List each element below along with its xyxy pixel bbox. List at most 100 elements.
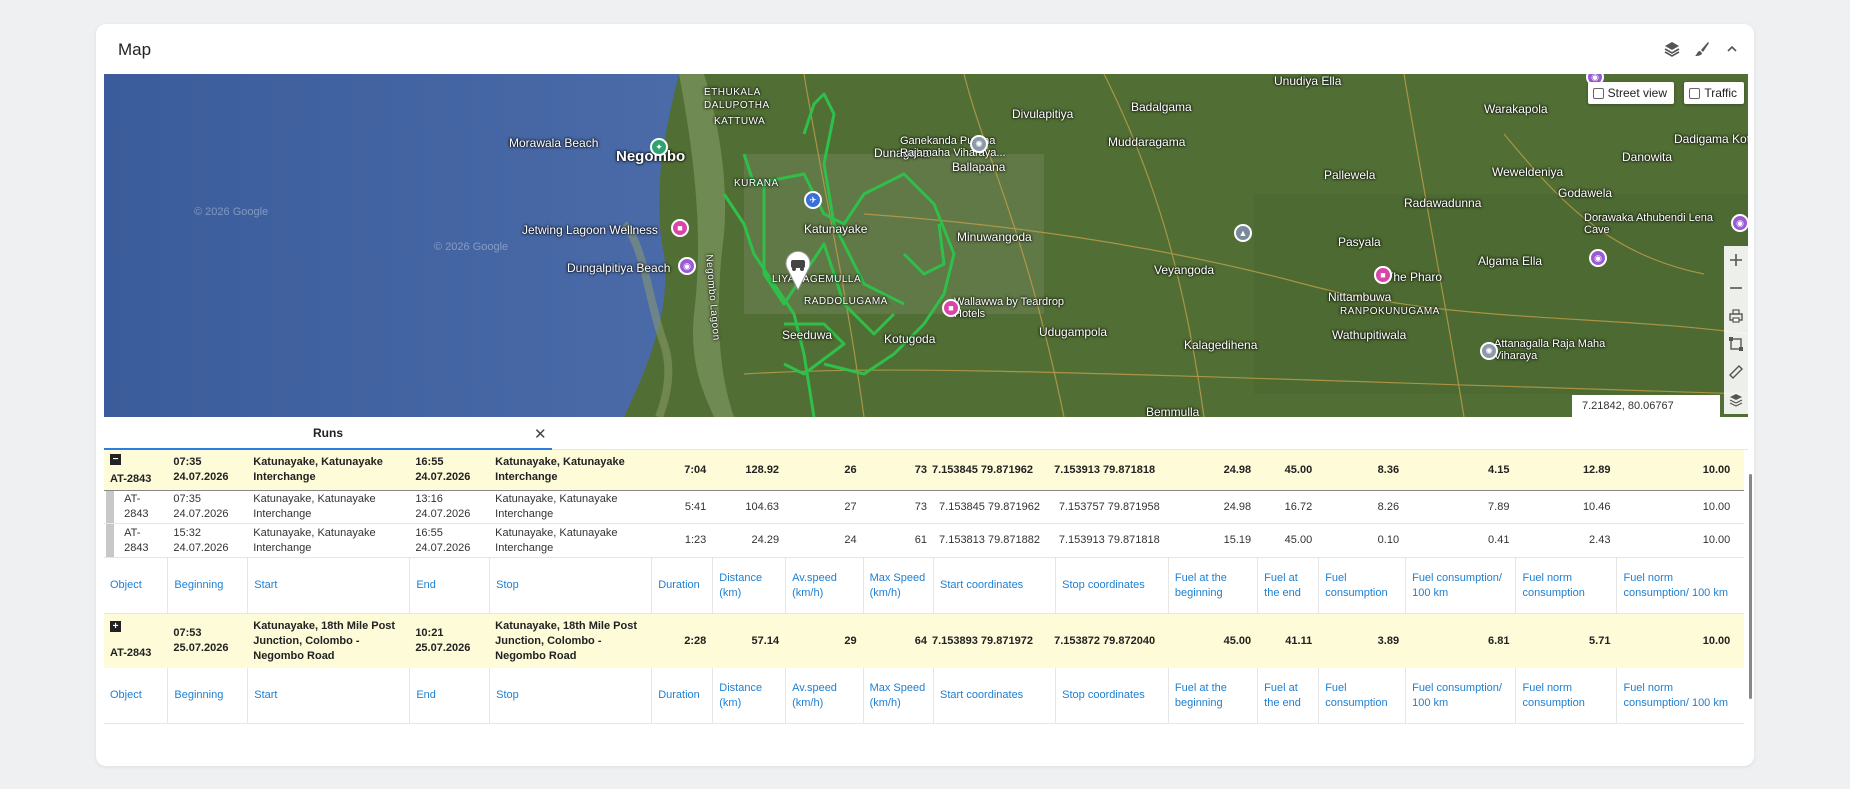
col-fuel-consumption-100[interactable]: Fuel consumption/ 100 km <box>1405 558 1515 613</box>
place-muddaragama: Muddaragama <box>1108 135 1186 149</box>
place-jetwing-lagoon: Jetwing Lagoon Wellness <box>522 223 658 237</box>
print-icon[interactable] <box>1724 302 1748 330</box>
table-scrollbar[interactable] <box>1749 474 1752 699</box>
collapse-row-icon[interactable]: − <box>110 453 121 465</box>
col-distance[interactable]: Distance (km) <box>712 558 785 613</box>
close-icon[interactable]: ✕ <box>534 425 547 443</box>
map-watermark: © 2026 Google <box>194 206 269 218</box>
temple-marker-icon[interactable]: ✺ <box>970 135 988 153</box>
zoom-out-icon[interactable] <box>1724 274 1748 302</box>
col-end[interactable]: End <box>409 668 489 723</box>
col-object[interactable]: Object <box>104 558 167 613</box>
tab-runs[interactable]: Runs <box>104 417 552 450</box>
place-seeduwa: Seeduwa <box>782 328 833 342</box>
place-minuwangoda: Minuwangoda <box>957 230 1032 244</box>
camera-marker-icon-3[interactable]: ◉ <box>1731 214 1748 232</box>
place-kurana: KURANA <box>734 178 779 189</box>
col-fuel-end[interactable]: Fuel at the end <box>1257 558 1318 613</box>
col-beginning[interactable]: Beginning <box>167 558 247 613</box>
place-attanagalla: Attanagalla Raja Maha Viharaya <box>1494 338 1606 362</box>
col-end[interactable]: End <box>409 558 489 613</box>
traffic-toggle[interactable]: Traffic <box>1684 82 1744 104</box>
poi-beach-marker-icon[interactable]: ✦ <box>650 138 668 156</box>
camera-marker-icon[interactable]: ◉ <box>1589 249 1607 267</box>
poi-camera-marker-icon[interactable]: ◉ <box>678 257 696 275</box>
brush-icon[interactable] <box>1692 39 1712 59</box>
col-start[interactable]: Start <box>247 558 409 613</box>
layers-icon[interactable] <box>1662 39 1682 59</box>
place-nittambuwa: Nittambuwa <box>1328 290 1392 304</box>
place-wathupitiwala: Wathupitiwala <box>1332 328 1407 342</box>
airport-marker-icon[interactable]: ✈ <box>804 191 822 209</box>
coordinate-readout: 7.21842, 80.06767 <box>1572 395 1720 417</box>
col-fuel-norm-100[interactable]: Fuel norm consumption/ 100 km <box>1616 668 1740 723</box>
temple-marker-icon-2[interactable]: ✺ <box>1480 342 1498 360</box>
place-dungalpitiya-beach: Dungalpitiya Beach <box>567 261 671 275</box>
col-start[interactable]: Start <box>247 668 409 723</box>
place-danowita: Danowita <box>1622 150 1673 164</box>
col-object[interactable]: Object <box>104 668 167 723</box>
col-fuel-end[interactable]: Fuel at the end <box>1257 668 1318 723</box>
place-pasyala: Pasyala <box>1338 235 1381 249</box>
place-kalagedihena: Kalagedihena <box>1184 338 1258 352</box>
col-duration[interactable]: Duration <box>651 668 712 723</box>
place-ethukala: ETHUKALA <box>704 87 761 98</box>
table-row[interactable]: + AT-2843 07:53 25.07.2026 Katunayake, 18… <box>104 614 1744 668</box>
table-row[interactable]: − AT-2843 07:35 24.07.2026 Katunayake, Ka… <box>104 450 1744 490</box>
table-row[interactable]: AT-2843 15:32 24.07.2026 Katunayake, Kat… <box>104 524 1744 558</box>
col-duration[interactable]: Duration <box>651 558 712 613</box>
vehicle-marker-icon[interactable] <box>784 250 812 292</box>
place-unudiya-ella: Unudiya Ella <box>1274 74 1342 88</box>
col-maxspeed[interactable]: Max Speed (km/h) <box>862 668 933 723</box>
col-fuel-begin[interactable]: Fuel at the beginning <box>1167 558 1257 613</box>
place-pallewela: Pallewela <box>1324 168 1376 182</box>
map-view[interactable]: © 2026 Google © 2026 Google Negombo Duna… <box>104 74 1748 417</box>
hotel-marker-icon-2[interactable]: ■ <box>1374 266 1392 284</box>
col-maxspeed[interactable]: Max Speed (km/h) <box>862 558 933 613</box>
collapse-chevron-icon[interactable] <box>1722 39 1742 59</box>
col-fuel-consumption-100[interactable]: Fuel consumption/ 100 km <box>1405 668 1515 723</box>
expand-row-icon[interactable]: + <box>110 621 121 632</box>
col-stop-coordinates[interactable]: Stop coordinates <box>1055 558 1177 613</box>
poi-hotel-marker-icon[interactable]: ■ <box>671 219 689 237</box>
place-bemmulla: Bemmulla <box>1146 405 1200 417</box>
col-distance[interactable]: Distance (km) <box>712 668 785 723</box>
place-veyangoda: Veyangoda <box>1154 263 1215 277</box>
traffic-label: Traffic <box>1704 86 1737 100</box>
street-view-checkbox[interactable] <box>1592 87 1604 99</box>
table-row[interactable]: AT-2843 07:35 24.07.2026 Katunayake, Kat… <box>104 490 1744 524</box>
street-view-toggle[interactable]: Street view <box>1587 82 1674 104</box>
school-marker-icon[interactable]: ▲ <box>1234 224 1252 242</box>
col-start-coordinates[interactable]: Start coordinates <box>933 668 1055 723</box>
traffic-checkbox[interactable] <box>1689 87 1701 99</box>
zoom-in-icon[interactable] <box>1724 246 1748 274</box>
col-avspeed[interactable]: Av.speed (km/h) <box>785 558 863 613</box>
place-dalupotha: DALUPOTHA <box>704 100 770 111</box>
area-select-icon[interactable] <box>1724 330 1748 358</box>
col-stop[interactable]: Stop <box>489 558 653 613</box>
col-fuel-norm[interactable]: Fuel norm consumption <box>1515 558 1616 613</box>
col-fuel-consumption[interactable]: Fuel consumption <box>1318 668 1405 723</box>
col-fuel-begin[interactable]: Fuel at the beginning <box>1167 668 1257 723</box>
col-fuel-norm[interactable]: Fuel norm consumption <box>1515 668 1616 723</box>
map-background <box>104 74 1748 417</box>
col-avspeed[interactable]: Av.speed (km/h) <box>785 668 863 723</box>
col-stop-coordinates[interactable]: Stop coordinates <box>1055 668 1177 723</box>
col-start-coordinates[interactable]: Start coordinates <box>933 558 1055 613</box>
street-view-label: Street view <box>1607 86 1667 100</box>
col-fuel-consumption[interactable]: Fuel consumption <box>1318 558 1405 613</box>
teardrop-hotel-marker-icon[interactable]: ■ <box>942 299 960 317</box>
place-kattuwa: KATTUWA <box>714 116 766 127</box>
ruler-icon[interactable] <box>1724 358 1748 386</box>
map-panel: Map © 2026 Google © 2026 Google Negombo … <box>96 24 1754 766</box>
place-warakapola: Warakapola <box>1484 102 1548 116</box>
map-layers-icon[interactable] <box>1724 386 1748 414</box>
runs-table: − AT-2843 07:35 24.07.2026 Katunayake, Ka… <box>104 450 1748 766</box>
table-header-row: Object Beginning Start End Stop Duration… <box>104 668 1744 724</box>
place-ballapana: Ballapana <box>952 160 1006 174</box>
col-beginning[interactable]: Beginning <box>167 668 247 723</box>
place-wallawwa: Wallawwa by Teardrop Hotels <box>954 296 1065 320</box>
col-stop[interactable]: Stop <box>489 668 653 723</box>
col-fuel-norm-100[interactable]: Fuel norm consumption/ 100 km <box>1616 558 1740 613</box>
place-morawala-beach: Morawala Beach <box>509 136 599 150</box>
